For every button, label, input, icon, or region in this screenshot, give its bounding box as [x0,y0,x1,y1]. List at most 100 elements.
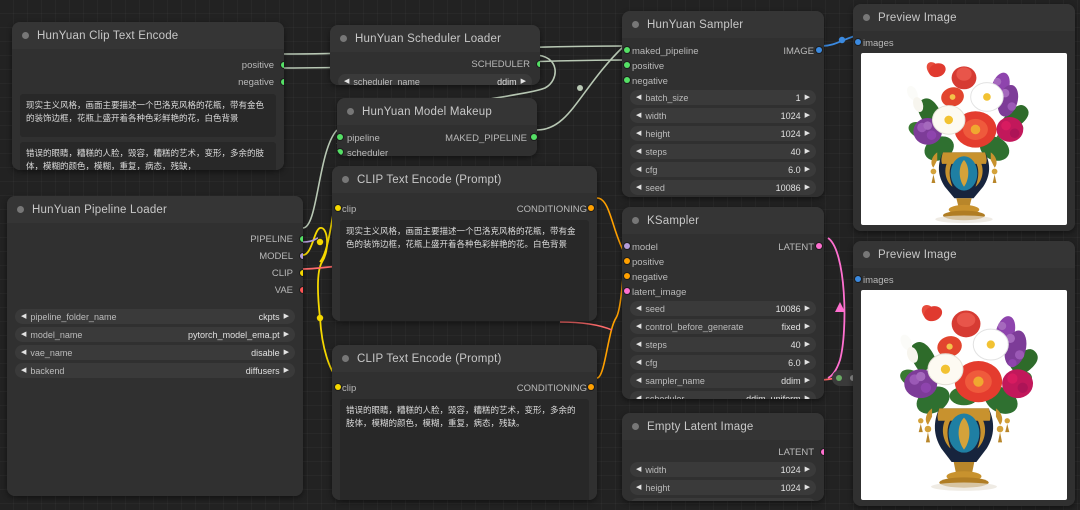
increment-arrow-icon[interactable]: ▶ [805,94,810,101]
widget-seed[interactable]: ◀ seed 10086 ▶ [630,301,816,316]
output-port-maked-pipeline[interactable] [531,134,537,140]
increment-arrow-icon[interactable]: ▶ [805,359,810,366]
input-port-scheduler[interactable] [337,149,343,155]
input-port-latent-image[interactable] [624,288,630,294]
widget-width[interactable]: ◀ width 1024 ▶ [630,462,816,477]
input-port-clip[interactable] [335,384,341,390]
collapse-dot-icon[interactable] [863,251,870,258]
widget-scheduler[interactable]: ◀ scheduler ddim_uniform ▶ [630,391,816,399]
node-clip-text-encode-positive[interactable]: CLIP Text Encode (Prompt) clip CONDITION… [332,166,597,321]
widget-seed[interactable]: ◀ seed 10086 ▶ [630,180,816,195]
widget-steps[interactable]: ◀ steps 40 ▶ [630,144,816,159]
output-port-latent[interactable] [816,243,822,249]
node-title-bar[interactable]: HunYuan Clip Text Encode [12,22,284,49]
port-dot[interactable] [281,79,284,85]
negative-prompt-textarea[interactable]: 错误的眼睛，糟糕的人脸，毁容，糟糕的艺术，变形，多余的肢体，模糊的颜色，模糊，重… [20,142,276,170]
collapse-dot-icon[interactable] [632,217,639,224]
preview-image-thumbnail[interactable] [861,290,1067,500]
decrement-arrow-icon[interactable]: ◀ [636,305,641,312]
increment-arrow-icon[interactable]: ▶ [805,341,810,348]
decrement-arrow-icon[interactable]: ◀ [636,359,641,366]
decrement-arrow-icon[interactable]: ◀ [636,184,641,191]
node-title-bar[interactable]: Preview Image [853,241,1075,268]
decrement-arrow-icon[interactable]: ◀ [21,349,26,356]
port-dot[interactable] [300,236,303,242]
widget-height[interactable]: ◀ height 1024 ▶ [630,480,816,495]
node-title-bar[interactable]: Preview Image [853,4,1075,31]
decrement-arrow-icon[interactable]: ◀ [636,130,641,137]
widget-control-before-generate[interactable]: ◀ control_before_generate fixed ▶ [630,319,816,334]
widget-batch-size[interactable]: ◀ batch_size 1 ▶ [630,498,816,501]
node-hunyuan-model-makeup[interactable]: HunYuan Model Makeup pipeline MAKED_PIPE… [337,98,537,156]
widget-pipeline-folder-name[interactable]: ◀ pipeline_folder_name ckpts ▶ [15,309,295,324]
output-port-negative[interactable]: negative [12,75,284,89]
node-title-bar[interactable]: HunYuan Sampler [622,11,824,38]
input-port-images[interactable] [855,276,861,282]
input-port-positive[interactable] [624,62,630,68]
node-hunyuan-pipeline-loader[interactable]: HunYuan Pipeline Loader PIPELINE MODEL C… [7,196,303,496]
preview-image-thumbnail[interactable] [861,53,1067,225]
collapse-dot-icon[interactable] [632,423,639,430]
widget-vae-name[interactable]: ◀ vae_name disable ▶ [15,345,295,360]
port-dot[interactable] [300,270,303,276]
input-port-clip[interactable] [335,205,341,211]
decrement-arrow-icon[interactable]: ◀ [636,112,641,119]
node-graph-canvas[interactable]: HunYuan Clip Text Encode positive negati… [0,0,1080,510]
output-port-conditioning[interactable] [588,384,594,390]
output-port-conditioning[interactable] [588,205,594,211]
collapse-dot-icon[interactable] [347,108,354,115]
increment-arrow-icon[interactable]: ▶ [805,130,810,137]
decrement-arrow-icon[interactable]: ◀ [636,94,641,101]
decrement-arrow-icon[interactable]: ◀ [21,313,26,320]
node-title-bar[interactable]: HunYuan Model Makeup [337,98,537,125]
decrement-arrow-icon[interactable]: ◀ [344,78,349,85]
prompt-textarea[interactable]: 错误的眼睛，糟糕的人脸，毁容，糟糕的艺术，变形，多余的肢体，模糊的颜色，模糊，重… [340,399,589,500]
increment-arrow-icon[interactable]: ▶ [521,78,526,85]
increment-arrow-icon[interactable]: ▶ [805,484,810,491]
widget-backend[interactable]: ◀ backend diffusers ▶ [15,363,295,378]
node-title-bar[interactable]: Empty Latent Image [622,413,824,440]
collapse-dot-icon[interactable] [632,21,639,28]
increment-arrow-icon[interactable]: ▶ [805,112,810,119]
decrement-arrow-icon[interactable]: ◀ [636,341,641,348]
node-title-bar[interactable]: CLIP Text Encode (Prompt) [332,345,597,372]
collapse-dot-icon[interactable] [340,35,347,42]
decrement-arrow-icon[interactable]: ◀ [636,377,641,384]
increment-arrow-icon[interactable]: ▶ [284,313,289,320]
decrement-arrow-icon[interactable]: ◀ [636,323,641,330]
output-port-vae[interactable]: VAE [7,283,303,297]
node-title-bar[interactable]: HunYuan Scheduler Loader [330,25,540,52]
port-dot[interactable] [537,61,540,67]
decrement-arrow-icon[interactable]: ◀ [636,466,641,473]
node-hunyuan-scheduler-loader[interactable]: HunYuan Scheduler Loader SCHEDULER ◀ sch… [330,25,540,85]
widget-batch-size[interactable]: ◀ batch_size 1 ▶ [630,90,816,105]
output-port-positive[interactable]: positive [12,58,284,72]
increment-arrow-icon[interactable]: ▶ [284,367,289,374]
port-dot[interactable] [821,449,824,455]
output-port-image[interactable] [816,47,822,53]
input-port-model[interactable] [624,243,630,249]
node-empty-latent-image[interactable]: Empty Latent Image LATENT ◀ width 1024 ▶… [622,413,824,501]
decrement-arrow-icon[interactable]: ◀ [636,148,641,155]
increment-arrow-icon[interactable]: ▶ [805,377,810,384]
positive-prompt-textarea[interactable]: 现实主义风格，画面主要描述一个巴洛克风格的花瓶，带有金色的装饰边框，花瓶上盛开着… [20,94,276,137]
port-dot[interactable] [300,253,303,259]
reroute-input-dot[interactable] [836,375,842,381]
node-hunyuan-clip-text-encode[interactable]: HunYuan Clip Text Encode positive negati… [12,22,284,170]
widget-height[interactable]: ◀ height 1024 ▶ [630,126,816,141]
widget-scheduler-name[interactable]: ◀ scheduler_name ddim ▶ [338,74,532,85]
widget-steps[interactable]: ◀ steps 40 ▶ [630,337,816,352]
increment-arrow-icon[interactable]: ▶ [805,395,810,399]
output-port-pipeline[interactable]: PIPELINE [7,232,303,246]
input-port-negative[interactable] [624,77,630,83]
decrement-arrow-icon[interactable]: ◀ [636,395,641,399]
widget-cfg[interactable]: ◀ cfg 6.0 ▶ [630,355,816,370]
output-port-latent[interactable]: LATENT [622,445,824,459]
node-clip-text-encode-negative[interactable]: CLIP Text Encode (Prompt) clip CONDITION… [332,345,597,500]
port-dot[interactable] [300,287,303,293]
node-hunyuan-sampler[interactable]: HunYuan Sampler maked_pipeline IMAGE pos… [622,11,824,197]
node-title-bar[interactable]: HunYuan Pipeline Loader [7,196,303,223]
node-ksampler[interactable]: KSampler model LATENT positive [622,207,824,399]
node-preview-image-top[interactable]: Preview Image images [853,4,1075,231]
decrement-arrow-icon[interactable]: ◀ [21,331,26,338]
